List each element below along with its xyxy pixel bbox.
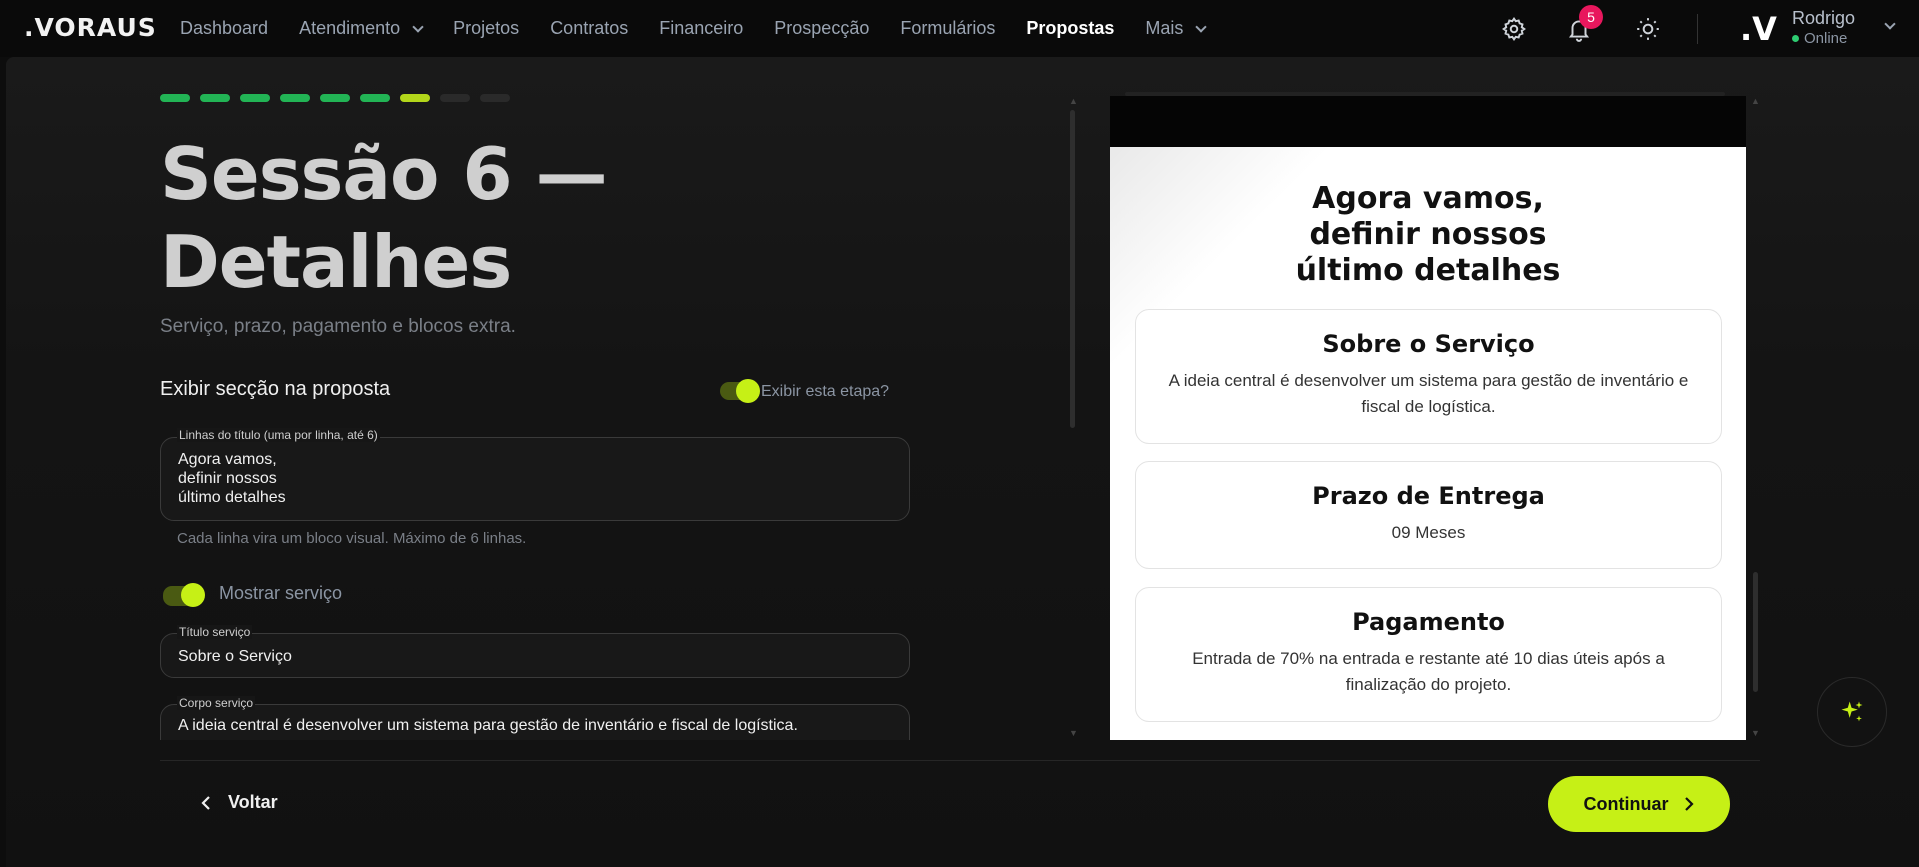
- progress-step: [400, 94, 430, 102]
- nav-dashboard[interactable]: Dashboard: [180, 18, 268, 39]
- step-progress: [160, 94, 510, 102]
- preview-card-service: Sobre o Serviço A ideia central é desenv…: [1135, 309, 1722, 444]
- service-title-value: Sobre o Serviço: [178, 648, 292, 665]
- progress-step: [360, 94, 390, 102]
- nav-contratos[interactable]: Contratos: [550, 18, 628, 39]
- preview-scroll-down-arrow[interactable]: ▼: [1751, 728, 1760, 738]
- main-nav: Dashboard Atendimento Projetos Contratos…: [180, 0, 1236, 57]
- progress-step: [440, 94, 470, 102]
- section-label: Exibir secção na proposta: [160, 378, 391, 400]
- progress-step: [320, 94, 350, 102]
- nav-label: Prospecção: [774, 18, 870, 38]
- title-lines-textarea[interactable]: Agora vamos, definir nossos último detal…: [160, 437, 910, 521]
- divider: [1697, 14, 1698, 44]
- nav-label: Atendimento: [299, 18, 401, 38]
- title-lines-value: Agora vamos, definir nossos último detal…: [178, 451, 286, 506]
- nav-label: Propostas: [1026, 18, 1115, 38]
- service-title-label: Título serviço: [177, 625, 253, 639]
- nav-label: Mais: [1145, 18, 1184, 38]
- show-step-toggle[interactable]: [720, 379, 760, 403]
- nav-label: Projetos: [453, 18, 520, 38]
- preview-card-deadline: Prazo de Entrega 09 Meses: [1135, 461, 1722, 569]
- chevron-left-icon: [201, 795, 210, 810]
- preview-card-title: Pagamento: [1352, 608, 1505, 636]
- show-service-label: Mostrar serviço: [219, 583, 343, 603]
- preview-card-body: A ideia central é desenvolver um sistema…: [1168, 371, 1689, 416]
- form-scrollbar[interactable]: [1070, 110, 1075, 428]
- toggle-knob: [736, 379, 760, 403]
- user-status-text: Online: [1804, 30, 1848, 47]
- title-lines-hint: Cada linha vira um bloco visual. Máximo …: [177, 530, 527, 547]
- back-label: Voltar: [228, 792, 278, 812]
- preview-title: Agora vamos, definir nossos último detal…: [1110, 181, 1746, 289]
- preview-title-text: Agora vamos, definir nossos último detal…: [1295, 181, 1561, 288]
- continue-button[interactable]: Continuar: [1548, 776, 1730, 832]
- nav-propostas[interactable]: Propostas: [1026, 18, 1114, 39]
- top-navigation-bar: .VORAUS Dashboard Atendimento Projetos C…: [0, 0, 1919, 57]
- page-subtitle: Serviço, prazo, pagamento e blocos extra…: [160, 316, 516, 337]
- user-status: Online: [1792, 30, 1847, 47]
- toggle-knob: [181, 583, 205, 607]
- show-step-label: Exibir esta etapa?: [761, 383, 890, 400]
- footer-divider: [160, 760, 1760, 761]
- show-service-toggle[interactable]: [163, 583, 205, 607]
- preview-scrollbar[interactable]: [1753, 572, 1758, 692]
- chevron-down-icon: [412, 20, 424, 33]
- progress-step: [200, 94, 230, 102]
- preview-top-edge: [1125, 92, 1725, 96]
- preview-header-area: [1110, 96, 1746, 148]
- title-lines-label: Linhas do título (uma por linha, até 6): [177, 428, 380, 442]
- continue-label: Continuar: [1583, 793, 1669, 814]
- service-body-label: Corpo serviço: [177, 696, 256, 710]
- progress-step: [280, 94, 310, 102]
- back-button[interactable]: Voltar: [200, 792, 278, 813]
- progress-step: [240, 94, 270, 102]
- notification-badge: 5: [1579, 5, 1603, 29]
- preview-card-payment: Pagamento Entrada de 70% na entrada e re…: [1135, 587, 1722, 722]
- preview-card-body: 09 Meses: [1391, 523, 1466, 542]
- nav-prospeccao[interactable]: Prospecção: [774, 18, 869, 39]
- user-name[interactable]: Rodrigo: [1792, 8, 1855, 29]
- nav-projetos[interactable]: Projetos: [453, 18, 519, 39]
- service-body-clip: A ideia central é desenvolver um sistema…: [160, 695, 912, 740]
- progress-step: [480, 94, 510, 102]
- service-body-textarea[interactable]: A ideia central é desenvolver um sistema…: [160, 704, 910, 740]
- preview-card-title: Prazo de Entrega: [1312, 482, 1545, 510]
- proposal-preview: Agora vamos, definir nossos último detal…: [1110, 147, 1746, 740]
- page-title: Sessão 6 — Detalhes: [160, 132, 608, 304]
- sparkle-icon: [1841, 701, 1863, 722]
- scroll-up-arrow[interactable]: ▲: [1069, 96, 1078, 106]
- gear-icon[interactable]: [1501, 16, 1527, 42]
- service-body-value: A ideia central é desenvolver um sistema…: [178, 717, 798, 734]
- app-logo[interactable]: .VORAUS: [24, 13, 157, 42]
- chevron-down-icon: [1195, 20, 1208, 33]
- service-title-input[interactable]: Sobre o Serviço: [160, 633, 910, 678]
- preview-card-body: Entrada de 70% na entrada e restante até…: [1192, 649, 1665, 694]
- nav-label: Dashboard: [180, 18, 269, 38]
- nav-mais[interactable]: Mais: [1145, 18, 1208, 39]
- avatar[interactable]: .V: [1740, 12, 1777, 46]
- preview-scroll-up-arrow[interactable]: ▲: [1751, 96, 1760, 106]
- preview-card-title: Sobre o Serviço: [1322, 330, 1535, 358]
- scroll-down-arrow[interactable]: ▼: [1069, 728, 1078, 738]
- nav-label: Contratos: [550, 18, 629, 38]
- online-dot-icon: [1792, 35, 1799, 42]
- nav-label: Financeiro: [659, 18, 744, 38]
- ai-assistant-button[interactable]: [1817, 677, 1887, 747]
- chevron-right-icon: [1684, 797, 1694, 811]
- progress-step: [160, 94, 190, 102]
- nav-financeiro[interactable]: Financeiro: [659, 18, 743, 39]
- nav-label: Formulários: [900, 18, 996, 38]
- nav-atendimento[interactable]: Atendimento: [299, 18, 424, 39]
- sun-icon[interactable]: [1635, 16, 1661, 42]
- nav-formularios[interactable]: Formulários: [900, 18, 995, 39]
